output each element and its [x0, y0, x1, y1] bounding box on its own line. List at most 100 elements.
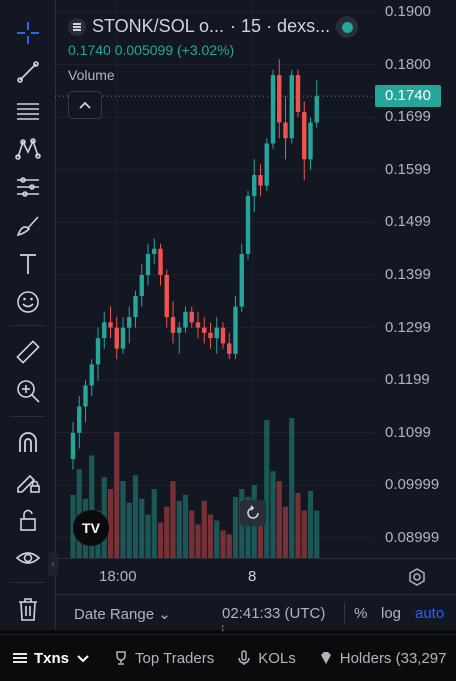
eye-icon[interactable] [0, 541, 55, 575]
candle-body [77, 406, 82, 433]
candle-body [208, 332, 213, 339]
candle-body [70, 432, 76, 460]
candle-body [145, 253, 151, 275]
volume-bar [214, 520, 220, 558]
log-toggle[interactable]: log [381, 605, 401, 622]
candle-body [233, 306, 238, 354]
price-tick-label: 0.09999 [385, 476, 440, 494]
volume-bar [295, 492, 301, 558]
volume-bar [270, 471, 276, 558]
candle-body [252, 175, 257, 197]
candle-body [127, 317, 132, 328]
candle-body [189, 311, 194, 323]
brush-icon[interactable] [0, 209, 55, 243]
volume-bar [195, 524, 201, 558]
text-tool-icon[interactable] [0, 247, 55, 281]
price-tick-label: 0.1599 [385, 160, 431, 178]
tab-top-traders[interactable]: Top Traders [113, 650, 214, 667]
candle-body [158, 248, 163, 275]
candle-body [245, 196, 251, 254]
volume-bar [107, 488, 114, 558]
candle-body [289, 75, 294, 139]
zoom-in-icon[interactable] [0, 374, 55, 408]
trend-line-icon[interactable] [0, 55, 55, 89]
microphone-icon [238, 650, 250, 665]
volume-bar [276, 481, 282, 558]
candle-body [139, 275, 144, 297]
price-tick-label: 0.08999 [385, 529, 440, 546]
current-price-tag: 0.1740 [375, 85, 441, 108]
crosshair-icon[interactable] [0, 16, 55, 50]
volume-bar [307, 490, 314, 558]
volume-bar [170, 481, 176, 558]
list-icon [13, 653, 27, 663]
chevron-up-icon [79, 101, 91, 109]
candle-body [202, 327, 207, 333]
lock-drawing-icon[interactable] [0, 464, 55, 498]
time-axis[interactable]: 18:00 8 [55, 558, 456, 595]
pattern-icon[interactable] [0, 132, 55, 166]
chart-settings-icon[interactable] [407, 567, 427, 587]
reset-chart-button[interactable] [240, 500, 266, 526]
tab-txns[interactable]: Txns [12, 650, 91, 667]
diamond-icon [320, 652, 331, 664]
candle-body [308, 122, 313, 160]
volume-bar [145, 514, 151, 558]
tab-label: Txns [34, 649, 70, 667]
tab-label: Top Traders [135, 649, 215, 667]
tab-holders[interactable]: Holders (33,297 [318, 650, 446, 667]
trash-icon[interactable] [0, 592, 55, 626]
chevron-down-icon: ⌄ [158, 606, 171, 623]
trophy-icon [116, 651, 126, 665]
candle-body [83, 385, 88, 407]
market-status-icon[interactable] [336, 16, 358, 38]
emoji-icon[interactable] [0, 285, 55, 319]
tab-label: KOLs [258, 649, 296, 667]
candle-body [102, 322, 107, 339]
divider [344, 603, 345, 623]
price-tick-label: 0.1399 [385, 266, 431, 283]
volume-bar [264, 419, 270, 558]
volume-bar [120, 481, 126, 558]
candle-body [270, 75, 276, 144]
utc-clock[interactable]: 02:41:33 (UTC) [222, 605, 325, 622]
candle-body [302, 111, 307, 160]
volume-bar [189, 510, 195, 558]
candle-body [277, 75, 282, 123]
volume-label: Volume [68, 67, 115, 83]
auto-scale-toggle[interactable]: auto [415, 605, 444, 622]
tab-kols[interactable]: KOLs [236, 650, 296, 667]
resize-handle-icon[interactable]: ↕ [220, 622, 226, 634]
collapse-legend-button[interactable] [68, 91, 102, 119]
candle-body [170, 317, 176, 333]
volume-bar [220, 530, 226, 558]
volume-bar [157, 522, 164, 558]
candle-body [183, 311, 188, 328]
unlock-icon[interactable] [0, 503, 55, 537]
candle-body [295, 75, 301, 112]
tradingview-logo[interactable]: TV [73, 510, 109, 546]
price-tick-label: 0.1499 [385, 213, 431, 231]
ruler-icon[interactable] [0, 335, 55, 369]
candlestick-chart[interactable] [55, 0, 375, 558]
toolbar-divider [10, 416, 45, 417]
price-axis[interactable]: 0.1900 0.1800 0.1699 0.1599 0.1499 0.1399 0.12… [375, 0, 456, 558]
interval-source: · 15 · dexs... [230, 16, 331, 36]
fib-retracement-icon[interactable] [0, 170, 55, 204]
date-range-button[interactable]: Date Range ⌄ [74, 605, 171, 623]
volume-bar [164, 506, 170, 558]
bottom-tabs: Txns Top Traders KOLs Holders (33,297 [0, 634, 456, 681]
candle-body [108, 322, 113, 328]
reset-icon [247, 505, 259, 519]
candle-body [239, 253, 244, 307]
candle-body [164, 275, 169, 318]
horizontal-lines-icon[interactable] [0, 94, 55, 128]
symbol-legend[interactable]: STONK/SOL o... · 15 · dexs... [68, 16, 330, 37]
volume-bar [314, 510, 320, 558]
candle-body [220, 327, 226, 344]
volume-bar [139, 498, 145, 558]
percent-toggle[interactable]: % [354, 605, 367, 622]
volume-bar [226, 534, 232, 558]
volume-bar [182, 494, 189, 558]
magnet-icon[interactable] [0, 426, 55, 460]
